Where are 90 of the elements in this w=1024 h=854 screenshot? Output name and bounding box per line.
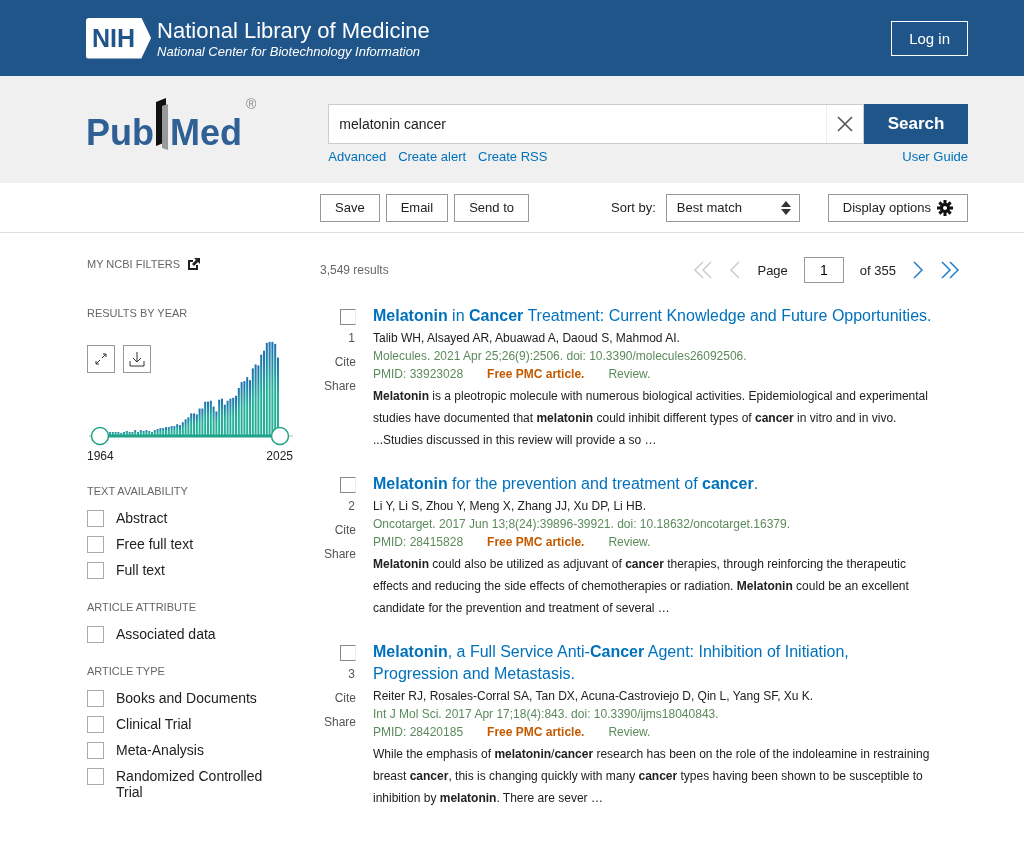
nih-logo[interactable]: NIH — [86, 17, 152, 59]
checkbox[interactable] — [87, 742, 104, 759]
result-number: 3 — [348, 667, 355, 681]
filter-label[interactable]: Abstract — [116, 510, 168, 526]
filter-label[interactable]: Associated data — [116, 626, 216, 642]
sort-dropdown[interactable]: Best match — [665, 193, 800, 222]
slider-handle[interactable] — [270, 426, 290, 446]
site-subtitle: National Center for Biotechnology Information — [157, 43, 422, 59]
expand-icon — [94, 352, 108, 366]
filter-label[interactable]: Books and Documents — [116, 690, 257, 706]
result-number: 1 — [348, 331, 355, 345]
page-field[interactable]: 1 — [803, 257, 844, 283]
filter-label[interactable]: Clinical Trial — [116, 716, 192, 732]
search-link[interactable]: Advanced — [328, 149, 387, 164]
authors: Li Y, Li S, Zhou Y, Meng X, Zhang JJ, Xu DP, Li HB. — [373, 499, 648, 513]
user-guide-link[interactable]: User Guide — [902, 149, 968, 164]
first-page-icon[interactable] — [693, 260, 714, 280]
year-label: 1964 — [87, 449, 114, 463]
article-type: Review. — [608, 535, 651, 549]
expand-button[interactable] — [87, 345, 115, 373]
display-options-button[interactable]: Display options — [827, 193, 968, 222]
results-count: 3,549 results — [320, 263, 389, 277]
checkbox[interactable] — [340, 645, 356, 661]
filter-label[interactable]: Free full text — [116, 536, 194, 552]
cite-link[interactable]: Cite — [334, 355, 356, 369]
authors: Talib WH, Alsayed AR, Abuawad A, Daoud S, Mahmod AI. — [373, 331, 681, 345]
pmid: PMID: 28415828 — [373, 535, 464, 549]
checkbox[interactable] — [340, 477, 356, 493]
page-total: of 355 — [859, 262, 896, 278]
checkbox[interactable] — [87, 690, 104, 707]
pubmed-logo[interactable]: Pub Med ® — [86, 96, 257, 152]
checkbox[interactable] — [87, 768, 104, 785]
section-heading: ARTICLE TYPE — [87, 665, 165, 677]
previous-page-icon[interactable] — [729, 260, 742, 280]
next-page-icon[interactable] — [912, 260, 924, 280]
search-link[interactable]: Create RSS — [478, 149, 548, 164]
checkbox[interactable] — [87, 562, 104, 579]
site-title: National Library of Medicine — [157, 17, 430, 44]
cite-link[interactable]: Cite — [334, 691, 356, 705]
last-page-icon[interactable] — [940, 260, 960, 280]
page-label: Page — [757, 262, 788, 278]
abstract-snippet: While the emphasis of melatonin/cancer research has been on the role of the indoleamine in restraining breast cancer, this is changing quickly with many cancer types having been shown to be susceptible to inhibition by melatonin. There are sever … — [373, 746, 931, 807]
citation: Molecules. 2021 Apr 25;26(9):2506. doi: 10.3390/molecules26092506. — [373, 349, 748, 363]
abstract-snippet: Melatonin could also be utilized as adjuvant of cancer therapies, through reinforcing the therapeutic effects and reducing the side effects of chemotherapies or radiation. Melatonin could be an excellent candidate for the prevention and treatment of several … — [373, 556, 910, 617]
free-article-label: Free PMC article. — [487, 535, 585, 549]
year-label: 2025 — [266, 449, 293, 463]
share-link[interactable]: Share — [323, 379, 356, 393]
abstract-snippet: Melatonin is a pleotropic molecule with numerous biological activities. Epidemiological and experimental studies have documented that melatonin could inhibit different types of cancer in vitro and in vivo. ...Studies discussed in this review will provide a so … — [373, 388, 929, 449]
checkbox[interactable] — [87, 536, 104, 553]
share-link[interactable]: Share — [323, 547, 356, 561]
share-link[interactable]: Share — [323, 715, 356, 729]
checkbox[interactable] — [87, 716, 104, 733]
toolbar-button[interactable]: Email — [385, 193, 449, 222]
book-icon — [154, 98, 170, 152]
article-type: Review. — [608, 725, 651, 739]
toolbar-button[interactable]: Send to — [454, 193, 529, 222]
search-button[interactable]: Search — [864, 104, 968, 144]
free-article-label: Free PMC article. — [487, 725, 585, 739]
article-title-link[interactable]: Melatonin for the prevention and treatment of cancer. — [373, 473, 933, 495]
section-heading: ARTICLE ATTRIBUTE — [87, 601, 196, 613]
sort-label: Sort by: — [611, 200, 656, 215]
filter-label[interactable]: Meta-Analysis — [116, 742, 204, 758]
search-link[interactable]: Create alert — [398, 149, 467, 164]
download-icon — [129, 351, 145, 367]
article-type: Review. — [608, 367, 651, 381]
checkbox[interactable] — [87, 626, 104, 643]
external-link-icon[interactable] — [188, 258, 201, 270]
result-number: 2 — [348, 499, 355, 513]
slider-handle[interactable] — [90, 426, 110, 446]
filters-heading[interactable]: MY NCBI FILTERS — [87, 258, 181, 270]
section-heading: RESULTS BY YEAR — [87, 307, 188, 319]
login-button[interactable]: Log in — [891, 20, 968, 56]
citation: Int J Mol Sci. 2017 Apr 17;18(4):843. doi: 10.3390/ijms18040843. — [373, 707, 720, 721]
article-title-link[interactable]: Melatonin, a Full Service Anti-Cancer Agent: Inhibition of Initiation, Progression and Metastasis. — [373, 641, 933, 685]
filter-label[interactable]: Full text — [116, 562, 165, 578]
article-title-link[interactable]: Melatonin in Cancer Treatment: Current Knowledge and Future Opportunities. — [373, 305, 933, 327]
pmid: PMID: 33923028 — [373, 367, 464, 381]
citation: Oncotarget. 2017 Jun 13;8(24):39896-39921. doi: 10.18632/oncotarget.16379. — [373, 517, 791, 531]
free-article-label: Free PMC article. — [487, 367, 585, 381]
download-button[interactable] — [123, 345, 151, 373]
gear-icon — [937, 199, 953, 216]
section-heading: TEXT AVAILABILITY — [87, 485, 188, 497]
authors: Reiter RJ, Rosales-Corral SA, Tan DX, Acuna-Castroviejo D, Qin L, Yang SF, Xu K. — [373, 689, 815, 703]
cite-link[interactable]: Cite — [334, 523, 356, 537]
checkbox[interactable] — [87, 510, 104, 527]
sort-arrows-icon — [780, 199, 791, 216]
pmid: PMID: 28420185 — [373, 725, 464, 739]
filter-label[interactable]: Randomized Controlled Trial — [116, 768, 287, 800]
checkbox[interactable] — [340, 309, 356, 325]
toolbar-button[interactable]: Save — [320, 193, 380, 222]
